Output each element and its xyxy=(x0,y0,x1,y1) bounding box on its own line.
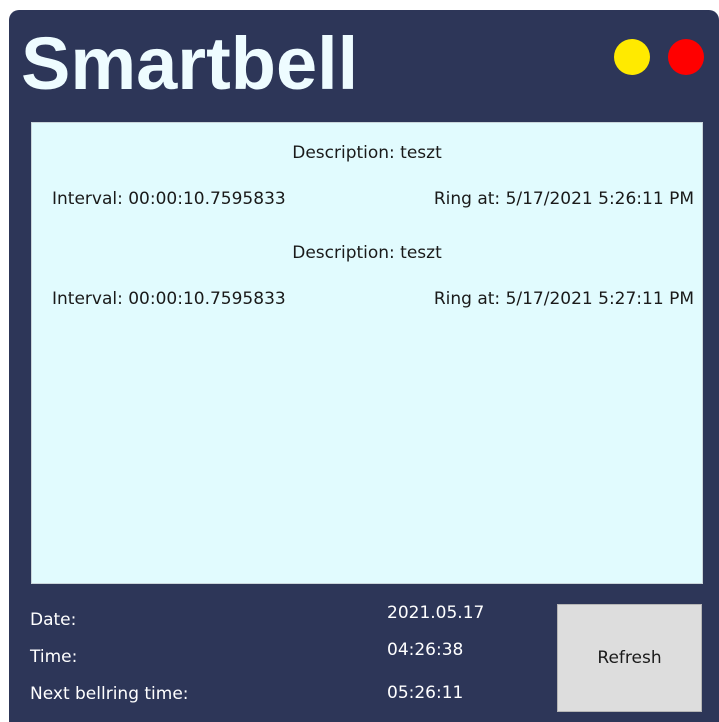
next-bellring-value: 05:26:11 xyxy=(387,683,464,703)
app-title: Smartbell xyxy=(21,22,359,105)
minimize-icon[interactable] xyxy=(614,39,650,75)
date-value: 2021.05.17 xyxy=(387,603,485,623)
date-label: Date: xyxy=(30,610,77,630)
refresh-button[interactable]: Refresh xyxy=(557,604,702,712)
schedule-item-interval: Interval: 00:00:10.7595833 xyxy=(52,289,286,309)
time-value: 04:26:38 xyxy=(387,640,464,660)
schedule-item-interval: Interval: 00:00:10.7595833 xyxy=(52,189,286,209)
schedule-item-ring-at: Ring at: 5/17/2021 5:27:11 PM xyxy=(433,289,694,309)
close-icon[interactable] xyxy=(668,39,704,75)
app-window: Smartbell Description: teszt Interval: 0… xyxy=(9,10,719,722)
time-label: Time: xyxy=(30,647,78,667)
schedule-item-description: Description: teszt xyxy=(292,143,442,163)
schedule-item-description: Description: teszt xyxy=(292,243,442,263)
schedule-item[interactable]: Description: teszt Interval: 00:00:10.75… xyxy=(32,123,702,211)
schedule-item-ring-at: Ring at: 5/17/2021 5:26:11 PM xyxy=(433,189,694,209)
schedule-item[interactable]: Description: teszt Interval: 00:00:10.75… xyxy=(32,223,702,311)
next-bellring-label: Next bellring time: xyxy=(30,684,189,704)
schedule-list[interactable]: Description: teszt Interval: 00:00:10.75… xyxy=(31,122,703,584)
